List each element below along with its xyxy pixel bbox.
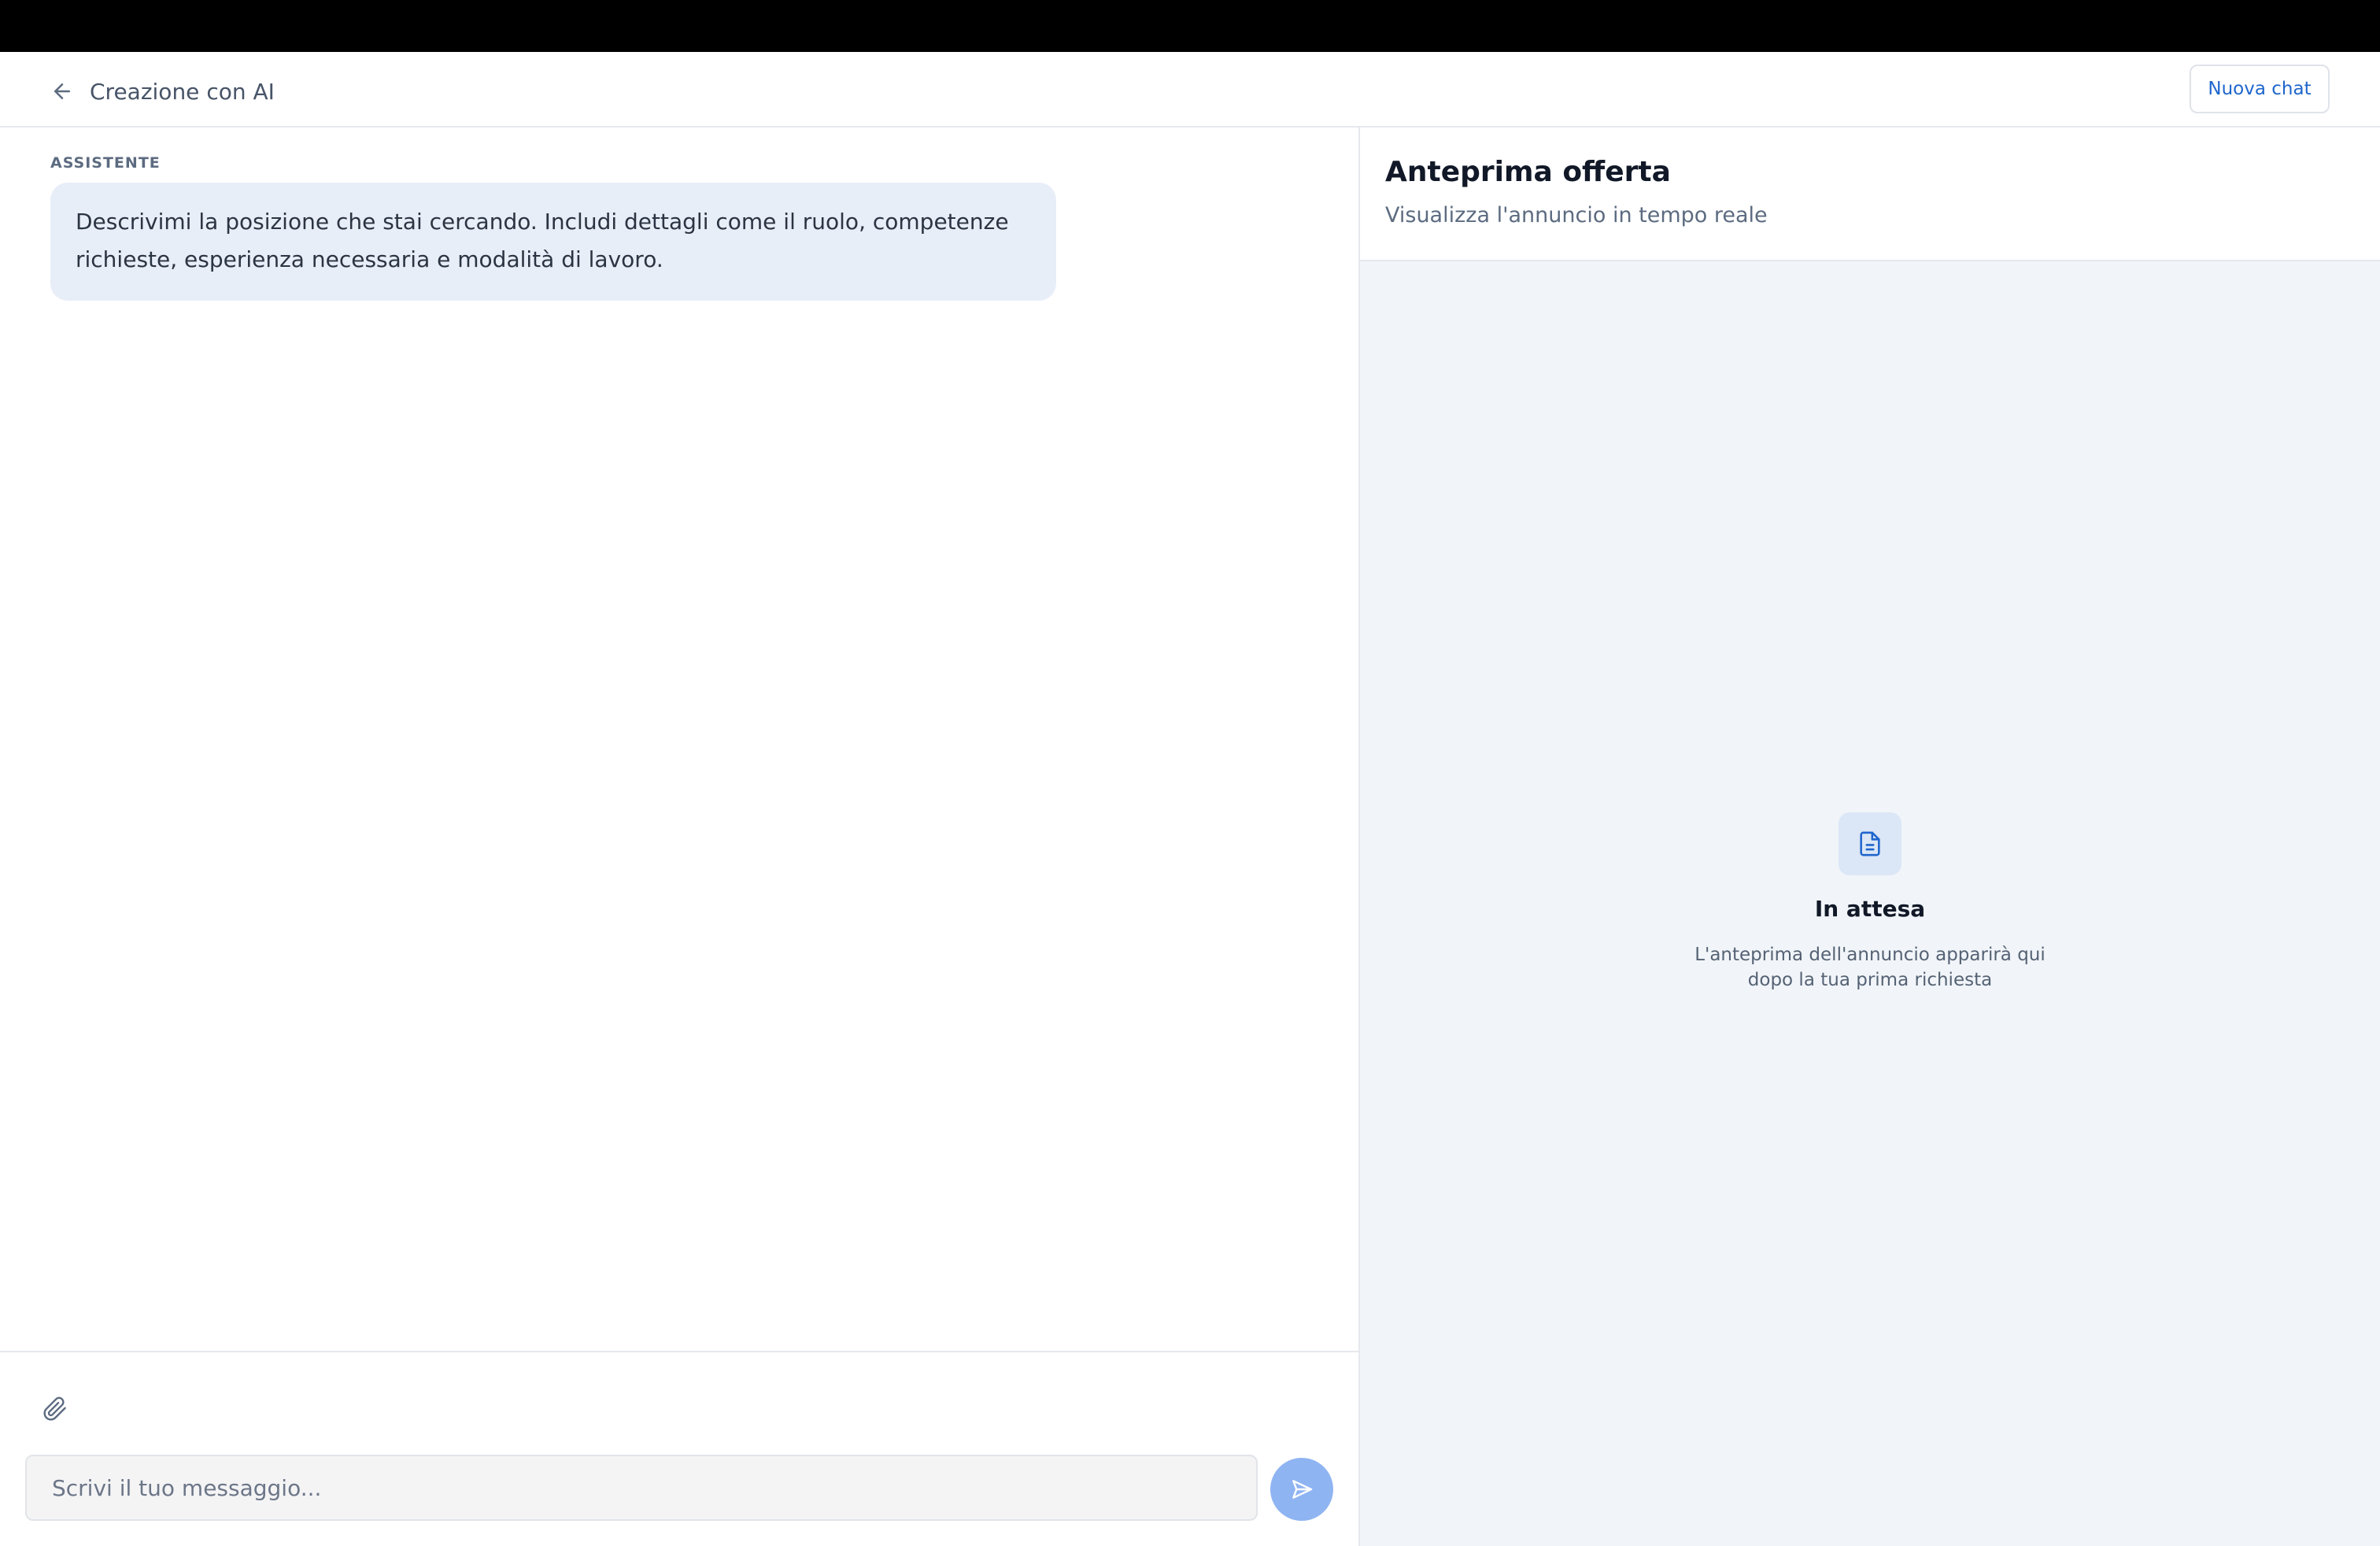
assistant-message-bubble: Descrivimi la posizione che stai cercand… xyxy=(50,183,1056,301)
preview-header: Anteprima offerta Visualizza l'annuncio … xyxy=(1360,128,2380,261)
preview-subtitle: Visualizza l'annuncio in tempo reale xyxy=(1385,203,1768,227)
message-input[interactable] xyxy=(25,1455,1258,1521)
attach-button[interactable] xyxy=(39,1393,71,1425)
message-role-label: ASSISTENTE xyxy=(50,154,161,172)
send-button[interactable] xyxy=(1270,1458,1333,1521)
new-chat-button[interactable]: Nuova chat xyxy=(2190,65,2330,113)
composer-divider xyxy=(0,1351,1358,1352)
arrow-left-icon xyxy=(50,80,74,103)
preview-title: Anteprima offerta xyxy=(1385,156,1671,188)
app-header: Creazione con AI Nuova chat xyxy=(0,52,2380,128)
document-icon xyxy=(1839,812,1901,875)
empty-state: In attesa L'anteprima dell'annuncio appa… xyxy=(1360,812,2380,993)
back-button[interactable]: Creazione con AI xyxy=(50,76,275,107)
top-black-bar xyxy=(0,0,2380,52)
empty-state-description: L'anteprima dell'annuncio apparirà qui d… xyxy=(1694,945,2046,990)
send-icon xyxy=(1289,1477,1314,1502)
paperclip-icon xyxy=(42,1396,68,1422)
page-title: Creazione con AI xyxy=(90,78,275,105)
empty-state-title: In attesa xyxy=(1814,896,1926,922)
chat-panel: ASSISTENTE Descrivimi la posizione che s… xyxy=(0,128,1358,1546)
preview-panel: Anteprima offerta Visualizza l'annuncio … xyxy=(1360,128,2380,1546)
